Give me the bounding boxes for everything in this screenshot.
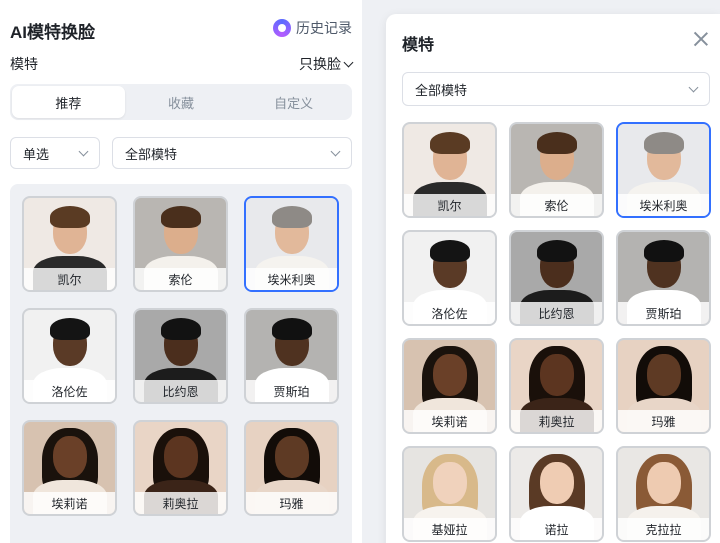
portrait-face [646,354,681,396]
model-name: 埃米利奥 [618,194,709,216]
portrait-hair [536,240,577,262]
chevron-down-icon [330,146,341,156]
tab-favorites[interactable]: 收藏 [125,86,238,118]
model-card[interactable]: 玛雅 [616,338,711,434]
model-name: 莉奥拉 [135,492,226,514]
select-mode-dropdown[interactable]: 单选 [10,137,100,169]
portrait-hair [429,240,470,262]
model-name: 比约恩 [135,380,226,402]
model-name: 埃莉诺 [404,410,495,432]
tab-recommended[interactable]: 推荐 [12,86,125,118]
model-card[interactable]: 洛伦佐 [22,308,117,404]
model-card[interactable]: 莉奥拉 [509,338,604,434]
dialog-filter-dropdown[interactable]: 全部模特 [402,72,710,106]
model-card[interactable]: 埃米利奥 [244,196,339,292]
dialog-title: 模特 [402,37,435,54]
history-label: 历史记录 [296,20,352,36]
model-filter-value: 全部模特 [125,146,178,162]
panel-title: AI模特换脸 [10,23,95,42]
model-name: 贾斯珀 [246,380,337,402]
model-name: 基娅拉 [404,518,495,540]
model-card[interactable]: 贾斯珀 [244,308,339,404]
chevron-down-icon [688,82,699,92]
model-name: 索伦 [511,194,602,216]
portrait-hair [271,318,312,340]
model-picker-dialog: 模特 全部模特 凯尔 索伦 埃米利奥洛伦佐 比约恩 贾斯珀埃莉诺 莉奥拉 玛雅基娅拉 诺拉 克拉… [386,14,720,543]
portrait-hair [160,206,201,228]
portrait-face [274,436,309,478]
model-filter-dropdown[interactable]: 全部模特 [112,137,352,169]
close-icon[interactable] [692,30,710,48]
model-card[interactable]: 玛雅 [244,420,339,516]
model-name: 克拉拉 [618,518,709,540]
chevron-down-icon [78,146,89,156]
portrait-face [539,462,574,504]
model-card[interactable]: 克拉拉 [616,446,711,542]
model-card[interactable]: 诺拉 [509,446,604,542]
model-name: 洛伦佐 [404,302,495,324]
model-card[interactable]: 洛伦佐 [402,230,497,326]
model-grid: 凯尔 索伦 埃米利奥洛伦佐 比约恩 贾斯珀埃莉诺 莉奥拉 玛雅 [22,196,339,516]
dialog-filter-value: 全部模特 [415,82,468,98]
model-name: 埃米利奥 [246,268,337,290]
model-tabs: 推荐 收藏 自定义 [10,84,352,120]
model-name: 凯尔 [404,194,495,216]
portrait-face [432,462,467,504]
model-card[interactable]: 基娅拉 [402,446,497,542]
filter-row: 单选 全部模特 [10,137,352,169]
model-label: 模特 [10,56,38,72]
chevron-down-icon [343,57,354,67]
model-name: 洛伦佐 [24,380,115,402]
model-name: 埃莉诺 [24,492,115,514]
model-grid-container: 凯尔 索伦 埃米利奥洛伦佐 比约恩 贾斯珀埃莉诺 莉奥拉 玛雅 [10,184,352,543]
model-name: 诺拉 [511,518,602,540]
portrait-hair [643,240,684,262]
history-button[interactable]: 历史记录 [273,18,352,38]
history-icon [273,19,291,37]
portrait-face [163,436,198,478]
model-card[interactable]: 比约恩 [133,308,228,404]
model-name: 玛雅 [618,410,709,432]
portrait-hair [536,132,577,154]
portrait-hair [643,132,684,154]
model-card[interactable]: 莉奥拉 [133,420,228,516]
portrait-hair [49,318,90,340]
portrait-face [432,354,467,396]
model-name: 贾斯珀 [618,302,709,324]
portrait-face [646,462,681,504]
model-name: 凯尔 [24,268,115,290]
model-row: 模特 只换脸 [10,54,354,74]
mode-dropdown[interactable]: 只换脸 [299,54,354,74]
portrait-hair [429,132,470,154]
model-card[interactable]: 贾斯珀 [616,230,711,326]
portrait-hair [271,206,312,228]
model-card[interactable]: 埃莉诺 [402,338,497,434]
model-card[interactable]: 比约恩 [509,230,604,326]
portrait-hair [160,318,201,340]
model-name: 玛雅 [246,492,337,514]
model-card[interactable]: 凯尔 [22,196,117,292]
portrait-hair [49,206,90,228]
portrait-face [52,436,87,478]
model-name: 索伦 [135,268,226,290]
model-card[interactable]: 埃米利奥 [616,122,711,218]
model-card[interactable]: 凯尔 [402,122,497,218]
model-card[interactable]: 埃莉诺 [22,420,117,516]
dialog-model-grid: 凯尔 索伦 埃米利奥洛伦佐 比约恩 贾斯珀埃莉诺 莉奥拉 玛雅基娅拉 诺拉 克拉拉 [402,122,711,542]
model-face-swap-panel: AI模特换脸 历史记录 模特 只换脸 推荐 收藏 自定义 单选 全部模特 凯尔索… [0,0,362,543]
model-name: 莉奥拉 [511,410,602,432]
model-card[interactable]: 索伦 [509,122,604,218]
portrait-face [539,354,574,396]
model-card[interactable]: 索伦 [133,196,228,292]
select-mode-value: 单选 [23,146,50,162]
tab-custom[interactable]: 自定义 [237,86,350,118]
mode-label: 只换脸 [299,56,341,72]
model-name: 比约恩 [511,302,602,324]
